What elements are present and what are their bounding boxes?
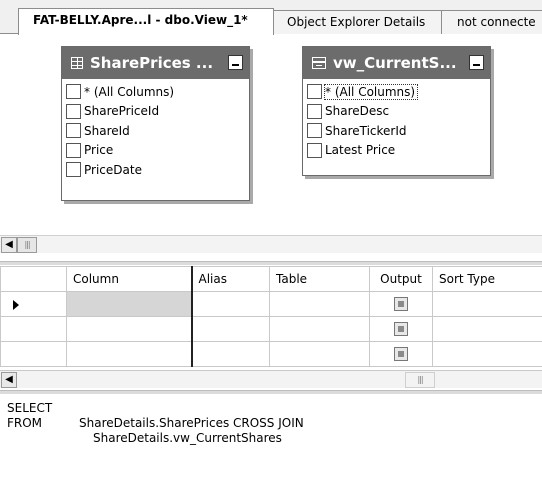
table-icon (71, 57, 83, 69)
header-alias[interactable]: Alias (191, 266, 270, 292)
tab-view-designer[interactable]: FAT-BELLY.Apre...l - dbo.View_1* (18, 8, 274, 35)
column-row-all[interactable]: * (All Columns) (66, 82, 249, 102)
header-sort-type[interactable]: Sort Type (432, 266, 542, 292)
column-checkbox[interactable] (66, 142, 81, 158)
sql-select-line: SELECT (7, 401, 542, 416)
table-cell[interactable] (269, 291, 370, 317)
output-cell[interactable] (369, 291, 433, 317)
column-cell[interactable] (66, 316, 193, 342)
table-title-bar[interactable]: vw_CurrentS... (303, 47, 490, 79)
view-icon (312, 57, 326, 69)
column-checkbox[interactable] (307, 84, 322, 100)
row-header-corner (0, 266, 67, 292)
sql-from-text: ShareDetails.SharePrices CROSS JOIN (79, 416, 304, 430)
tab-object-explorer-details[interactable]: Object Explorer Details (270, 10, 442, 34)
tab-not-connected[interactable]: not connecte (440, 10, 542, 34)
column-row-sharepriceid[interactable]: SharePriceId (66, 102, 249, 122)
sql-keyword-from: FROM (7, 416, 43, 430)
table-box-shareprices[interactable]: SharePrices ... * (All Columns) SharePri… (61, 46, 250, 201)
header-table[interactable]: Table (269, 266, 370, 292)
column-checkbox[interactable] (307, 142, 322, 158)
scrollbar-thumb[interactable]: ||| (405, 372, 435, 388)
alias-cell[interactable] (191, 291, 270, 317)
column-label: Latest Price (325, 143, 396, 158)
column-checkbox[interactable] (307, 123, 322, 139)
sort-type-cell[interactable] (432, 341, 542, 367)
column-row-shareticker[interactable]: ShareTickerId (307, 121, 490, 141)
sql-from-line: FROM ShareDetails.SharePrices CROSS JOIN (7, 416, 542, 431)
column-label: ShareId (84, 123, 130, 138)
output-checkbox[interactable] (394, 347, 408, 362)
column-label: * (All Columns) (323, 83, 419, 100)
row-selector[interactable] (0, 341, 67, 367)
column-row-shareid[interactable]: ShareId (66, 121, 249, 141)
header-column[interactable]: Column (66, 266, 193, 292)
table-cell[interactable] (269, 341, 370, 367)
column-cell[interactable] (66, 341, 193, 367)
table-row[interactable] (0, 341, 542, 367)
sql-from-text-2: ShareDetails.vw_CurrentShares (93, 431, 282, 445)
column-row-sharedesc[interactable]: ShareDesc (307, 102, 490, 122)
header-output[interactable]: Output (369, 266, 433, 292)
current-row-arrow-icon (13, 300, 19, 310)
document-tab-strip: not connecte Object Explorer Details FAT… (0, 0, 542, 35)
output-checkbox[interactable] (394, 322, 408, 337)
column-row-price[interactable]: Price (66, 141, 249, 161)
column-label: ShareDesc (325, 104, 390, 119)
column-row-latest-price[interactable]: Latest Price (307, 141, 490, 161)
column-checkbox[interactable] (66, 123, 81, 139)
output-cell[interactable] (369, 341, 433, 367)
table-row[interactable] (0, 316, 542, 342)
column-checkbox[interactable] (66, 103, 81, 119)
column-checkbox[interactable] (66, 162, 81, 178)
diagram-horizontal-scrollbar[interactable]: ◀ ||| (0, 235, 542, 253)
sql-from-continuation: ShareDetails.vw_CurrentShares (7, 431, 542, 446)
table-title: vw_CurrentS... (333, 54, 457, 72)
alias-cell[interactable] (191, 316, 270, 342)
scroll-left-icon[interactable]: ◀ (1, 372, 17, 388)
sql-pane[interactable]: SELECT FROM ShareDetails.SharePrices CROS… (0, 395, 542, 479)
grid-header-row: Column Alias Table Output Sort Type (0, 266, 542, 292)
output-cell[interactable] (369, 316, 433, 342)
column-row-pricedate[interactable]: PriceDate (66, 160, 249, 180)
table-row[interactable] (0, 291, 542, 317)
sql-keyword-select: SELECT (7, 401, 53, 415)
sort-type-cell[interactable] (432, 291, 542, 317)
table-title-bar[interactable]: SharePrices ... (62, 47, 249, 79)
table-box-vw-currentshares[interactable]: vw_CurrentS... * (All Columns) ShareDesc… (302, 46, 491, 176)
column-list: * (All Columns) ShareDesc ShareTickerId … (303, 79, 490, 160)
column-row-all[interactable]: * (All Columns) (307, 82, 490, 102)
column-checkbox[interactable] (66, 84, 81, 100)
column-label: Price (84, 143, 114, 158)
row-selector[interactable] (0, 316, 67, 342)
row-selector[interactable] (0, 291, 67, 317)
column-list: * (All Columns) SharePriceId ShareId Pri… (62, 79, 249, 180)
output-checkbox[interactable] (394, 297, 408, 312)
pane-splitter[interactable] (0, 390, 542, 394)
minimize-button[interactable] (228, 55, 243, 70)
column-label: * (All Columns) (84, 84, 175, 99)
column-label: PriceDate (84, 162, 142, 177)
sort-type-cell[interactable] (432, 316, 542, 342)
column-cell[interactable] (66, 291, 193, 317)
table-cell[interactable] (269, 316, 370, 342)
column-label: SharePriceId (84, 104, 160, 119)
scrollbar-thumb[interactable]: ||| (17, 237, 37, 253)
column-label: ShareTickerId (325, 123, 407, 138)
alias-cell[interactable] (191, 341, 270, 367)
criteria-grid[interactable]: Column Alias Table Output Sort Type (0, 266, 542, 370)
scroll-left-icon[interactable]: ◀ (1, 237, 17, 253)
grid-horizontal-scrollbar[interactable]: ◀ ||| (0, 370, 542, 388)
column-checkbox[interactable] (307, 103, 322, 119)
diagram-pane[interactable]: SharePrices ... * (All Columns) SharePri… (0, 35, 542, 235)
table-title: SharePrices ... (90, 54, 214, 72)
minimize-button[interactable] (469, 55, 484, 70)
pane-splitter[interactable] (0, 261, 542, 265)
